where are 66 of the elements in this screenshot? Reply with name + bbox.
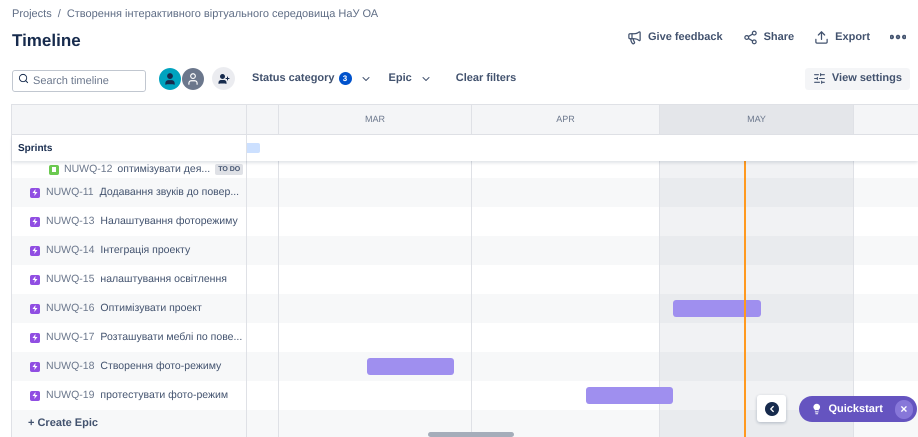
epic-icon [30, 274, 40, 284]
sliders-icon [812, 72, 826, 85]
lightbulb-icon [811, 403, 822, 415]
sprints-label: Sprints [18, 142, 52, 156]
issue-key: NUWQ-11 [46, 184, 94, 200]
breadcrumb-link[interactable]: Створення інтерактивного віртуального середовища НаУ ОА [66, 6, 378, 22]
collapse-button[interactable] [757, 395, 786, 422]
month-header: MAY [660, 105, 854, 134]
more-icon [890, 34, 906, 40]
create-epic-button[interactable]: + Create Epic [28, 415, 98, 432]
epic-icon [30, 188, 40, 198]
page-title: Timeline [12, 30, 82, 52]
share-button[interactable]: Share [742, 29, 794, 46]
issue-key: NUWQ-15 [46, 272, 94, 288]
filter-dropdown[interactable]: Status category 3 [252, 70, 372, 87]
issue-summary: Інтеграція проекту [100, 242, 190, 258]
issue-key: NUWQ-16 [46, 300, 94, 316]
issue-summary: Оптимізувати проект [100, 300, 202, 316]
close-button[interactable]: × [894, 400, 913, 418]
epic-icon [30, 246, 40, 256]
issue-key: NUWQ-17 [46, 330, 94, 346]
epic-icon [30, 362, 40, 372]
upload-icon [814, 30, 830, 45]
person-icon [186, 72, 200, 86]
count-badge: 3 [338, 72, 352, 85]
issue-summary: налаштування освітлення [100, 272, 227, 287]
add-person-icon [218, 72, 230, 84]
quickstart-button[interactable]: Quickstart × [799, 396, 917, 422]
breadcrumb-separator: / [58, 7, 61, 22]
add-people-button[interactable] [212, 67, 235, 90]
epic-row[interactable]: NUWQ-18 Створення фото-режиму [12, 352, 918, 381]
issue-key: NUWQ-18 [46, 358, 94, 374]
search-field[interactable]: Search timeline [12, 70, 146, 92]
export-button[interactable]: Export [814, 29, 870, 46]
search-icon [18, 72, 29, 84]
megaphone-icon [626, 30, 642, 45]
scrollbar-thumb[interactable] [428, 432, 514, 437]
feedback-button[interactable]: Give feedback [626, 29, 723, 46]
issue-summary: оптимізувати дея... [117, 162, 210, 177]
breadcrumb-link[interactable]: Projects [12, 6, 52, 22]
view-settings-button[interactable]: View settings [804, 68, 910, 90]
epic-icon [30, 216, 40, 226]
avatar[interactable] [159, 68, 181, 90]
epic-icon [30, 332, 40, 342]
issue-key: NUWQ-19 [46, 388, 94, 404]
month-header: MAR [279, 105, 472, 134]
epic-icon [30, 304, 40, 314]
epic-row[interactable]: NUWQ-16 Оптимізувати проект [12, 294, 918, 323]
chevron-left-icon [764, 402, 778, 416]
epic-row[interactable]: NUWQ-11 Додавання звуків до повер... [12, 178, 918, 207]
issue-key: NUWQ-12 [64, 162, 112, 178]
person-icon [163, 72, 177, 86]
issue-summary: Додавання звуків до повер... [100, 184, 240, 200]
filter-dropdown[interactable]: Epic [388, 70, 432, 87]
epic-icon [30, 390, 40, 400]
issue-summary: Розташувати меблі по пове... [100, 330, 242, 345]
issue-summary: протестувати фото-режим [100, 388, 228, 403]
issue-summary: Налаштування фоторежиму [100, 214, 238, 229]
clear-filters-button[interactable]: Clear filters [456, 70, 516, 87]
issue-key: NUWQ-13 [46, 214, 94, 230]
epic-row[interactable]: NUWQ-14 Інтеграція проекту [12, 236, 918, 265]
more-button[interactable] [890, 34, 906, 40]
share-icon [742, 30, 758, 45]
issue-key: NUWQ-14 [46, 242, 94, 258]
issue-summary: Створення фото-режиму [100, 358, 222, 374]
story-icon [49, 164, 59, 174]
